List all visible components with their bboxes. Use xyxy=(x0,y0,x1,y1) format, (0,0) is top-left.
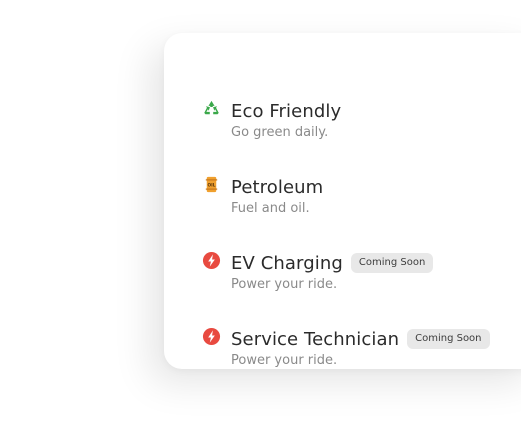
lightning-icon xyxy=(202,251,221,270)
coming-soon-badge: Coming Soon xyxy=(350,253,434,273)
fuel-barrel-icon: OIL xyxy=(202,175,221,194)
lightning-icon xyxy=(202,327,221,346)
item-title: Eco Friendly xyxy=(231,100,342,122)
coming-soon-badge: Coming Soon xyxy=(407,329,490,349)
item-description: Go green daily. xyxy=(231,125,329,140)
recycle-icon xyxy=(202,99,221,118)
svg-text:OIL: OIL xyxy=(208,182,216,188)
item-title: Petroleum xyxy=(231,176,324,198)
service-item-eco-friendly[interactable]: Eco Friendly Go green daily. xyxy=(164,99,521,159)
item-title: Service Technician xyxy=(231,328,400,350)
item-description: Power your ride. xyxy=(231,277,338,292)
item-title: EV Charging xyxy=(231,252,343,274)
services-card: Eco Friendly Go green daily. OIL Petrole… xyxy=(164,33,521,369)
item-description: Fuel and oil. xyxy=(231,201,310,216)
service-item-petroleum[interactable]: OIL Petroleum Fuel and oil. xyxy=(164,175,521,235)
service-item-service-technician[interactable]: Service Technician Coming Soon Power you… xyxy=(164,327,521,387)
service-item-ev-charging[interactable]: EV Charging Coming Soon Power your ride. xyxy=(164,251,521,311)
item-description: Power your ride. xyxy=(231,353,338,368)
